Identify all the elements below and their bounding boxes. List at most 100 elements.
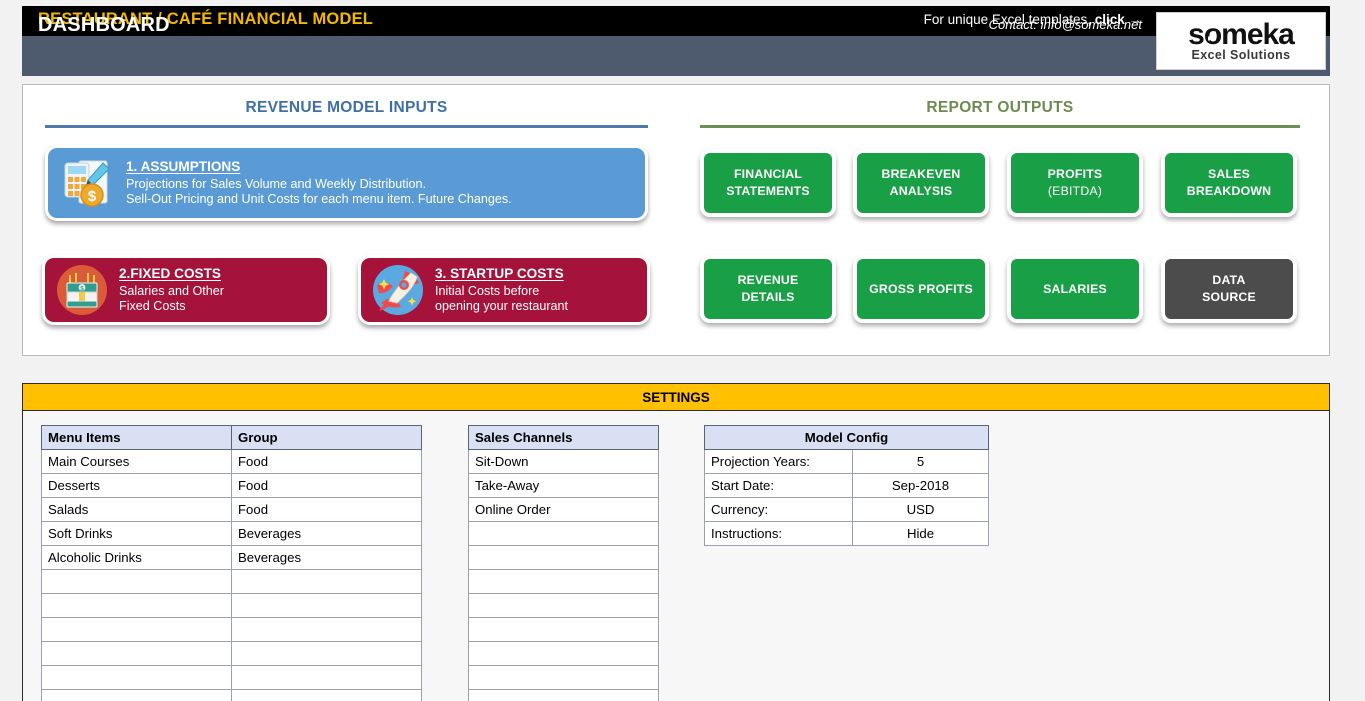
group-cell[interactable]: Food (232, 450, 422, 474)
input-card-fixed-costs-heading: 2.FIXED COSTS (119, 266, 327, 281)
input-card-startup-costs-line1: Initial Costs before (435, 284, 647, 299)
sales-channel-cell[interactable] (469, 594, 659, 618)
section-rule-inputs (45, 125, 648, 128)
config-value[interactable]: USD (853, 498, 989, 522)
sales-channel-cell[interactable] (469, 522, 659, 546)
table-row[interactable] (469, 666, 659, 690)
sales-channel-cell[interactable] (469, 690, 659, 701)
menu-items-table: Menu Items Group Main CoursesFoodDessert… (41, 425, 422, 701)
menu-item-cell[interactable] (42, 594, 232, 618)
table-row[interactable]: Alcoholic DrinksBeverages (42, 546, 422, 570)
model-config-title: Model Config (705, 426, 989, 450)
config-key: Start Date: (705, 474, 853, 498)
config-value[interactable]: Hide (853, 522, 989, 546)
sales-channel-cell[interactable]: Sit-Down (469, 450, 659, 474)
table-row[interactable]: Take-Away (469, 474, 659, 498)
config-key: Currency: (705, 498, 853, 522)
sales-channel-cell[interactable]: Online Order (469, 498, 659, 522)
menu-item-cell[interactable]: Salads (42, 498, 232, 522)
logo-word-post: meka (1221, 20, 1294, 50)
group-cell[interactable]: Food (232, 474, 422, 498)
table-row[interactable] (42, 594, 422, 618)
table-row[interactable] (42, 642, 422, 666)
input-card-assumptions-heading: 1. ASSUMPTIONS (126, 159, 645, 174)
menu-item-cell[interactable]: Main Courses (42, 450, 232, 474)
table-row[interactable] (469, 642, 659, 666)
table-row: Projection Years:5 (705, 450, 989, 474)
table-row[interactable] (469, 522, 659, 546)
table-row[interactable] (469, 594, 659, 618)
config-value[interactable]: 5 (853, 450, 989, 474)
table-row[interactable] (42, 570, 422, 594)
group-cell[interactable] (232, 690, 422, 701)
input-card-fixed-costs[interactable]: $ 2.FIXED COSTS Salaries and Other Fixed… (42, 255, 330, 325)
report-button-line2: ANALYSIS (890, 183, 953, 200)
model-config-table: Model Config Projection Years:5Start Dat… (704, 425, 989, 546)
sales-channel-cell[interactable] (469, 666, 659, 690)
report-button-breakeven-analysis[interactable]: BREAKEVEN ANALYSIS (853, 149, 989, 217)
sales-channel-cell[interactable]: Take-Away (469, 474, 659, 498)
input-card-startup-costs[interactable]: 3. STARTUP COSTS Initial Costs before op… (358, 255, 650, 325)
report-button-line1: SALARIES (1043, 281, 1107, 298)
input-card-assumptions-text: 1. ASSUMPTIONS Projections for Sales Vol… (126, 159, 645, 207)
calculator-pencil-coin-icon: $ (48, 155, 126, 211)
menu-item-cell[interactable]: Desserts (42, 474, 232, 498)
sales-channel-cell[interactable] (469, 546, 659, 570)
report-button-data-source[interactable]: DATA SOURCE (1161, 255, 1297, 323)
input-card-assumptions[interactable]: $ 1. ASSUMPTIONS Projections for Sales V… (45, 145, 648, 221)
svg-text:$: $ (88, 188, 97, 205)
report-button-gross-profits[interactable]: GROSS PROFITS (853, 255, 989, 323)
table-row[interactable] (469, 690, 659, 701)
group-cell[interactable]: Beverages (232, 522, 422, 546)
menu-item-cell[interactable] (42, 666, 232, 690)
table-row[interactable] (42, 666, 422, 690)
section-rule-outputs (700, 125, 1300, 128)
report-button-salaries[interactable]: SALARIES (1007, 255, 1143, 323)
table-row[interactable]: Online Order (469, 498, 659, 522)
app-header: RESTAURANT / CAFÉ FINANCIAL MODEL DASHBO… (22, 6, 1330, 76)
someka-logo[interactable]: someka Excel Solutions (1156, 12, 1326, 70)
report-button-sales-breakdown[interactable]: SALES BREAKDOWN (1161, 149, 1297, 217)
table-row[interactable]: Main CoursesFood (42, 450, 422, 474)
menu-item-cell[interactable] (42, 570, 232, 594)
group-cell[interactable] (232, 594, 422, 618)
group-cell[interactable]: Food (232, 498, 422, 522)
report-button-profits-ebitda[interactable]: PROFITS (EBITDA) (1007, 149, 1143, 217)
config-key: Projection Years: (705, 450, 853, 474)
report-button-line2: (EBITDA) (1048, 183, 1102, 200)
input-card-assumptions-line1: Projections for Sales Volume and Weekly … (126, 177, 645, 192)
table-row[interactable] (42, 690, 422, 701)
report-button-revenue-details[interactable]: REVENUE DETAILS (700, 255, 836, 323)
table-row[interactable]: Soft DrinksBeverages (42, 522, 422, 546)
table-row[interactable]: SaladsFood (42, 498, 422, 522)
rocket-globe-icon (361, 263, 435, 317)
sales-channel-cell[interactable] (469, 618, 659, 642)
menu-item-cell[interactable]: Alcoholic Drinks (42, 546, 232, 570)
group-cell[interactable] (232, 666, 422, 690)
input-card-fixed-costs-text: 2.FIXED COSTS Salaries and Other Fixed C… (119, 266, 327, 314)
report-button-line1: REVENUE (738, 272, 799, 289)
table-row[interactable]: Sit-Down (469, 450, 659, 474)
menu-item-cell[interactable]: Soft Drinks (42, 522, 232, 546)
config-value[interactable]: Sep-2018 (853, 474, 989, 498)
sales-channel-cell[interactable] (469, 642, 659, 666)
group-cell[interactable]: Beverages (232, 546, 422, 570)
menu-item-cell[interactable] (42, 690, 232, 701)
menu-item-cell[interactable] (42, 618, 232, 642)
report-button-line1: FINANCIAL (734, 166, 802, 183)
table-row[interactable] (469, 570, 659, 594)
header-bottom-bar (22, 36, 1330, 76)
group-cell[interactable] (232, 642, 422, 666)
group-cell[interactable] (232, 570, 422, 594)
menu-item-cell[interactable] (42, 642, 232, 666)
sales-channel-cell[interactable] (469, 570, 659, 594)
table-row[interactable] (42, 618, 422, 642)
table-row[interactable] (469, 618, 659, 642)
table-row[interactable] (469, 546, 659, 570)
input-card-startup-costs-heading: 3. STARTUP COSTS (435, 266, 647, 281)
table-row[interactable]: DessertsFood (42, 474, 422, 498)
group-cell[interactable] (232, 618, 422, 642)
report-button-financial-statements[interactable]: FINANCIAL STATEMENTS (700, 149, 836, 217)
config-key: Instructions: (705, 522, 853, 546)
section-title-inputs: REVENUE MODEL INPUTS (45, 99, 648, 117)
